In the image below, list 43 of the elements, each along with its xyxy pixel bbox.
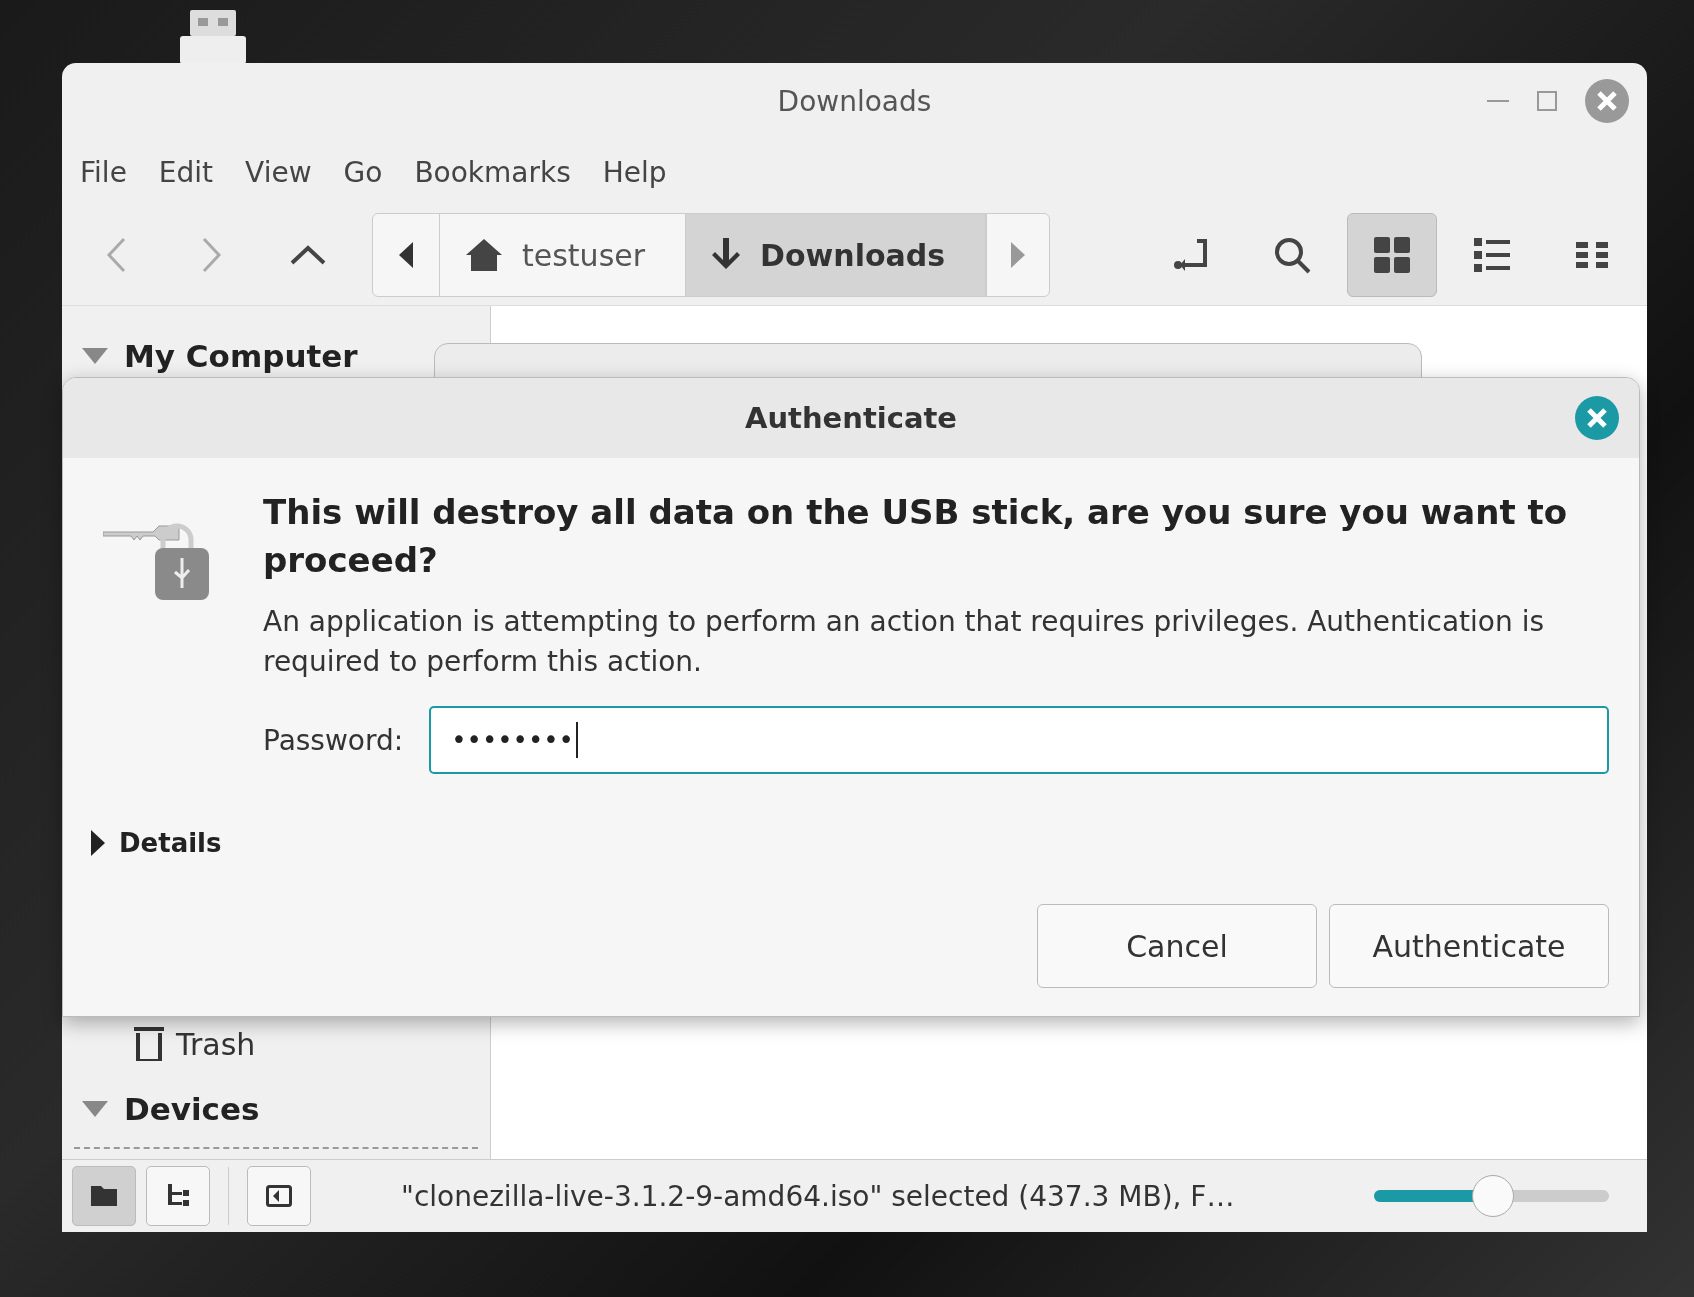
status-text: "clonezilla-live-3.1.2-9-amd64.iso" selected (437.3 MB), F…	[401, 1179, 1235, 1213]
details-expander[interactable]: Details	[119, 828, 222, 858]
sidebar-toggle-icon	[266, 1185, 292, 1207]
dialog-button[interactable]: Cancel	[1037, 904, 1317, 988]
compact-view-icon	[1576, 242, 1608, 268]
search-icon[interactable]	[1273, 236, 1311, 274]
close-icon[interactable]	[1585, 79, 1629, 123]
dialog-button[interactable]: Authenticate	[1329, 904, 1609, 988]
password-label: Password:	[263, 723, 404, 757]
download-arrow-icon	[712, 238, 741, 272]
view-button[interactable]	[1347, 213, 1437, 297]
folder-icon	[91, 1186, 117, 1206]
trash-icon	[134, 1027, 164, 1061]
up-icon[interactable]	[290, 245, 326, 265]
left-arrow-icon[interactable]	[399, 242, 413, 268]
menu-item[interactable]: File	[68, 152, 139, 193]
close-icon[interactable]	[1575, 396, 1619, 440]
expander-icon[interactable]	[91, 830, 105, 856]
house-icon	[466, 239, 502, 271]
dialog-heading: This will destroy all data on the USB stick, are you sure you want to proceed?	[263, 491, 1569, 582]
dialog-title: Authenticate	[745, 401, 957, 435]
pane-button[interactable]	[247, 1166, 311, 1226]
menu-item[interactable]: View	[233, 152, 324, 193]
section-header[interactable]: My Computer	[124, 338, 358, 374]
pane-button[interactable]	[146, 1166, 210, 1226]
menu-item[interactable]: Go	[331, 152, 395, 193]
pane-button[interactable]	[72, 1166, 136, 1226]
breadcrumb[interactable]: Downloads	[686, 214, 987, 296]
tree-icon	[166, 1184, 190, 1208]
breadcrumb[interactable]: testuser	[440, 214, 687, 296]
menu-item[interactable]: Edit	[146, 152, 226, 193]
list-view-icon	[1474, 238, 1510, 272]
menu-item[interactable]: Help	[590, 152, 679, 193]
slider-thumb[interactable]	[1471, 1175, 1514, 1217]
section-header[interactable]: Devices	[124, 1091, 260, 1127]
window-title: Downloads	[777, 85, 932, 118]
right-arrow-icon[interactable]	[1011, 242, 1026, 268]
dialog-message: An application is attempting to perform an action that requires privileges. Authentication is required to perform this action.	[263, 604, 1545, 680]
grid-view-icon	[1374, 237, 1410, 273]
sidebar-item[interactable]: Trash	[176, 1026, 256, 1062]
menu-item[interactable]: Bookmarks	[402, 152, 583, 193]
usb-drive-icon[interactable]	[180, 10, 246, 64]
password-field[interactable]: ••••••••	[429, 706, 1609, 774]
